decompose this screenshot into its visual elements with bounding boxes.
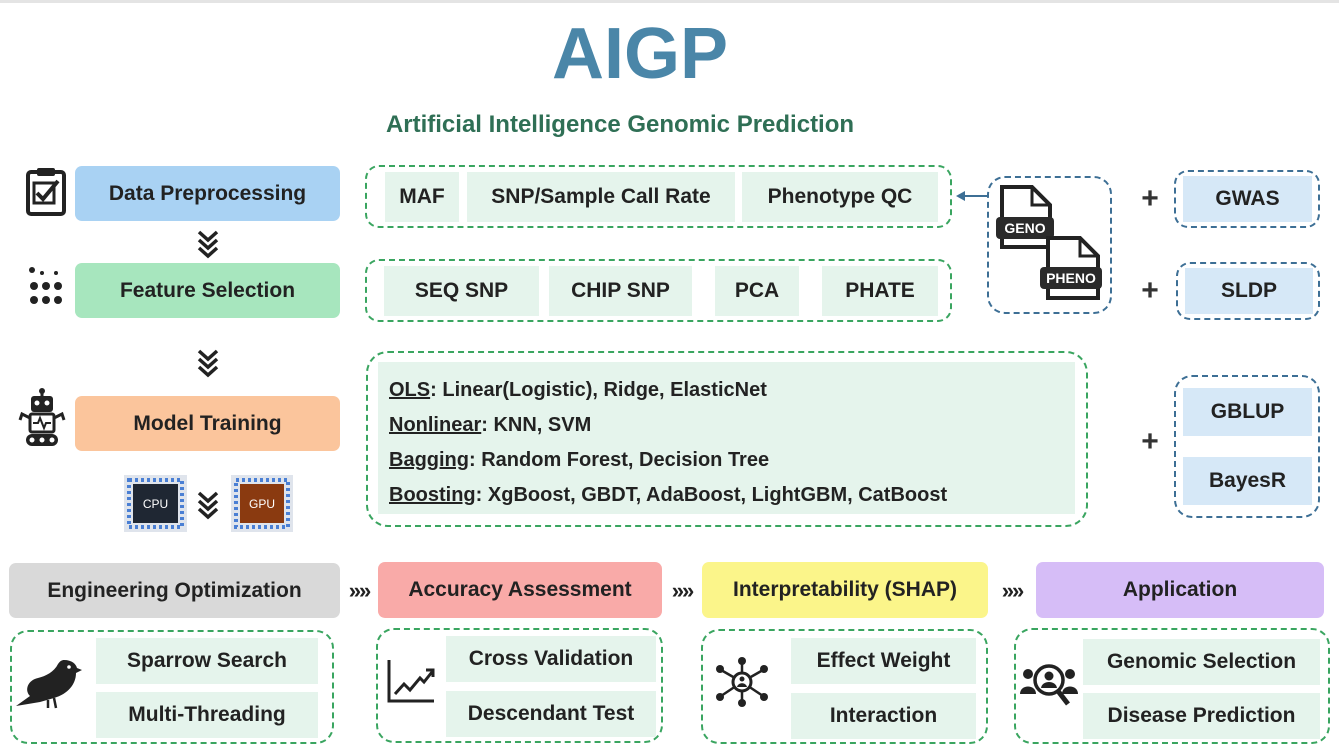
input-arrow (956, 191, 989, 201)
page-title: AIGP (551, 14, 729, 94)
model-line-ols: OLS: Linear(Logistic), Ridge, ElasticNet (389, 379, 767, 401)
robot-icon (18, 388, 66, 448)
gpu-label: GPU (248, 496, 275, 511)
flow-arrow: »» (348, 578, 371, 603)
seq-snp-item: SEQ SNP (384, 266, 539, 316)
engineering-optimization-step: Engineering Optimization (9, 563, 340, 618)
clipboard-check-icon (24, 166, 70, 218)
top-divider (0, 0, 1339, 3)
chevron-down-icon (196, 229, 220, 259)
model-training-step: Model Training (75, 396, 340, 451)
sparrow-search-item: Sparrow Search (96, 638, 318, 684)
chevron-down-icon (196, 348, 220, 378)
disease-prediction-item: Disease Prediction (1083, 693, 1320, 739)
flow-arrow: »» (1001, 578, 1024, 603)
models-list: OLS: Linear(Logistic), Ridge, ElasticNet… (378, 362, 1075, 514)
cross-validation-item: Cross Validation (446, 636, 656, 682)
plus-sign: + (1141, 425, 1159, 458)
phate-item: PHATE (822, 266, 938, 316)
page-subtitle: Artificial Intelligence Genomic Predicti… (385, 111, 855, 138)
gwas-item: GWAS (1183, 176, 1312, 222)
genomic-selection-item: Genomic Selection (1083, 639, 1320, 685)
sparrow-icon (14, 658, 82, 710)
network-icon (713, 656, 771, 708)
cpu-chip-icon: CPU (124, 475, 187, 532)
accuracy-assessment-step: Accuracy Assessment (378, 562, 662, 618)
model-line-nonlinear: Nonlinear: KNN, SVM (389, 414, 592, 436)
plus-sign: + (1141, 182, 1159, 215)
people-search-icon (1020, 660, 1078, 708)
maf-item: MAF (385, 172, 459, 222)
gblup-item: GBLUP (1183, 388, 1312, 436)
flow-arrow: »» (671, 578, 694, 603)
model-line-bagging: Bagging: Random Forest, Decision Tree (389, 449, 770, 471)
application-step: Application (1036, 562, 1324, 618)
call-rate-item: SNP/Sample Call Rate (467, 172, 735, 222)
descendant-test-item: Descendant Test (446, 691, 656, 737)
chip-snp-item: CHIP SNP (549, 266, 692, 316)
bayesr-item: BayesR (1183, 457, 1312, 505)
chevron-down-icon (196, 490, 220, 520)
pca-item: PCA (715, 266, 799, 316)
gpu-chip-icon: GPU (231, 475, 293, 532)
dot-grid-icon (28, 266, 64, 310)
phenotype-qc-item: Phenotype QC (742, 172, 938, 222)
sldp-item: SLDP (1185, 268, 1313, 314)
interaction-item: Interaction (791, 693, 976, 739)
data-preprocessing-step: Data Preprocessing (75, 166, 340, 221)
model-line-boosting: Boosting: XgBoost, GBDT, AdaBoost, Light… (389, 484, 948, 506)
cpu-label: CPU (142, 496, 169, 511)
multi-threading-item: Multi-Threading (96, 692, 318, 738)
effect-weight-item: Effect Weight (791, 638, 976, 684)
line-chart-icon (386, 658, 436, 704)
pheno-file-icon: PHENO (1040, 236, 1102, 302)
feature-selection-step: Feature Selection (75, 263, 340, 318)
pheno-label: PHENO (1046, 270, 1096, 286)
plus-sign: + (1141, 274, 1159, 307)
interpretability-step: Interpretability (SHAP) (702, 562, 988, 618)
